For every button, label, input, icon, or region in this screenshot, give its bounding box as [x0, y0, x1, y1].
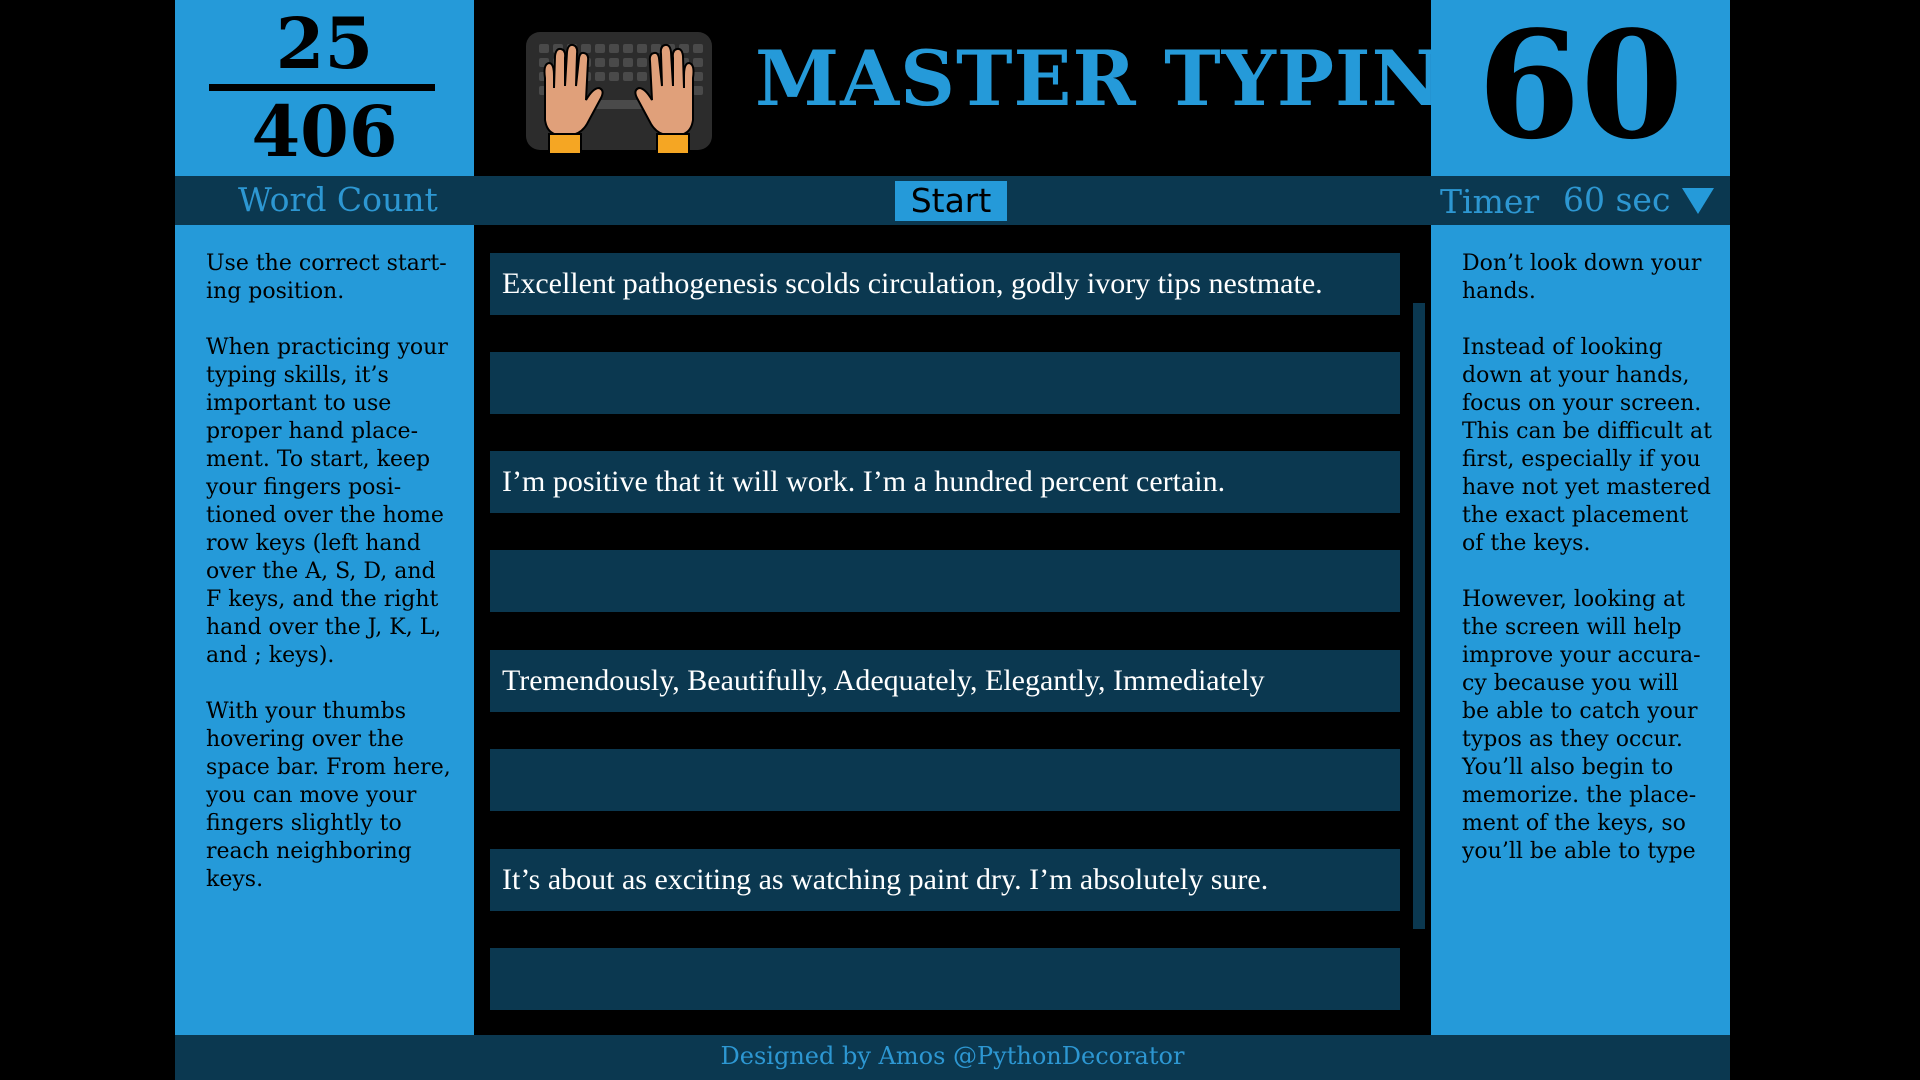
typing-area-scrollbar[interactable]	[1413, 303, 1425, 929]
triangle-down-icon	[1682, 188, 1715, 214]
prompt-line-2: I’m positive that it will work. I’m a hu…	[490, 451, 1400, 513]
timer-duration-select[interactable]: 60 sec	[1563, 178, 1715, 222]
tip-paragraph: However, looking at the screen will help…	[1462, 587, 1701, 864]
hands-on-keyboard-icon	[523, 28, 715, 168]
timer-panel: 60	[1431, 0, 1730, 176]
timer-selected-option: 60 sec	[1563, 180, 1671, 219]
total-words-count: 406	[251, 90, 398, 173]
typing-input-1[interactable]	[490, 352, 1400, 414]
timer-label: Timer	[1440, 182, 1540, 221]
tip-paragraph: Instead of looking down at your hands, f…	[1462, 335, 1712, 556]
app-title: MASTER TYPING	[755, 34, 1508, 123]
tip-paragraph: Use the correct start-ing position.	[206, 251, 447, 304]
right-tips-text: Don’t look down your hands. Instead of l…	[1462, 250, 1712, 894]
left-tips-text: Use the correct start-ing position. When…	[206, 250, 456, 922]
right-tips-panel: Don’t look down your hands. Instead of l…	[1431, 225, 1730, 1035]
typed-words-count: 25	[275, 2, 374, 85]
word-count-label: Word Count	[238, 180, 438, 219]
left-tips-panel: Use the correct start-ing position. When…	[175, 225, 474, 1035]
tip-paragraph: When practicing your typing skills, it’s…	[206, 335, 448, 668]
typing-input-3[interactable]	[490, 749, 1400, 811]
timer-countdown: 60	[1477, 0, 1684, 172]
prompt-line-3: Tremendously, Beautifully, Adequately, E…	[490, 650, 1400, 712]
prompt-line-4: It’s about as exciting as watching paint…	[490, 849, 1400, 911]
word-count-panel: 25 406	[175, 0, 474, 176]
start-button[interactable]: Start	[895, 181, 1007, 221]
footer-credit: Designed by Amos @PythonDecorator	[720, 1042, 1185, 1070]
typing-input-2[interactable]	[490, 550, 1400, 612]
prompt-line-1: Excellent pathogenesis scolds circulatio…	[490, 253, 1400, 315]
tip-paragraph: With your thumbs hovering over the space…	[206, 699, 451, 892]
tip-paragraph: Don’t look down your hands.	[1462, 251, 1702, 304]
typing-input-4[interactable]	[490, 948, 1400, 1010]
